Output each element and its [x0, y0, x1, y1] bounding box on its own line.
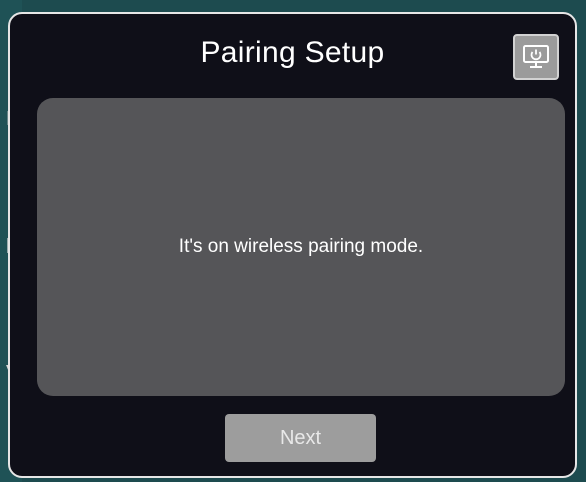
- tv-power-icon: [521, 42, 551, 72]
- pairing-setup-dialog: Pairing Setup It's on wireless pairing m…: [8, 12, 577, 478]
- message-panel: It's on wireless pairing mode.: [37, 98, 565, 396]
- tv-power-button[interactable]: [513, 34, 559, 80]
- dialog-title: Pairing Setup: [200, 36, 385, 69]
- next-button[interactable]: Next: [225, 414, 376, 462]
- pairing-status-message: It's on wireless pairing mode.: [178, 236, 424, 257]
